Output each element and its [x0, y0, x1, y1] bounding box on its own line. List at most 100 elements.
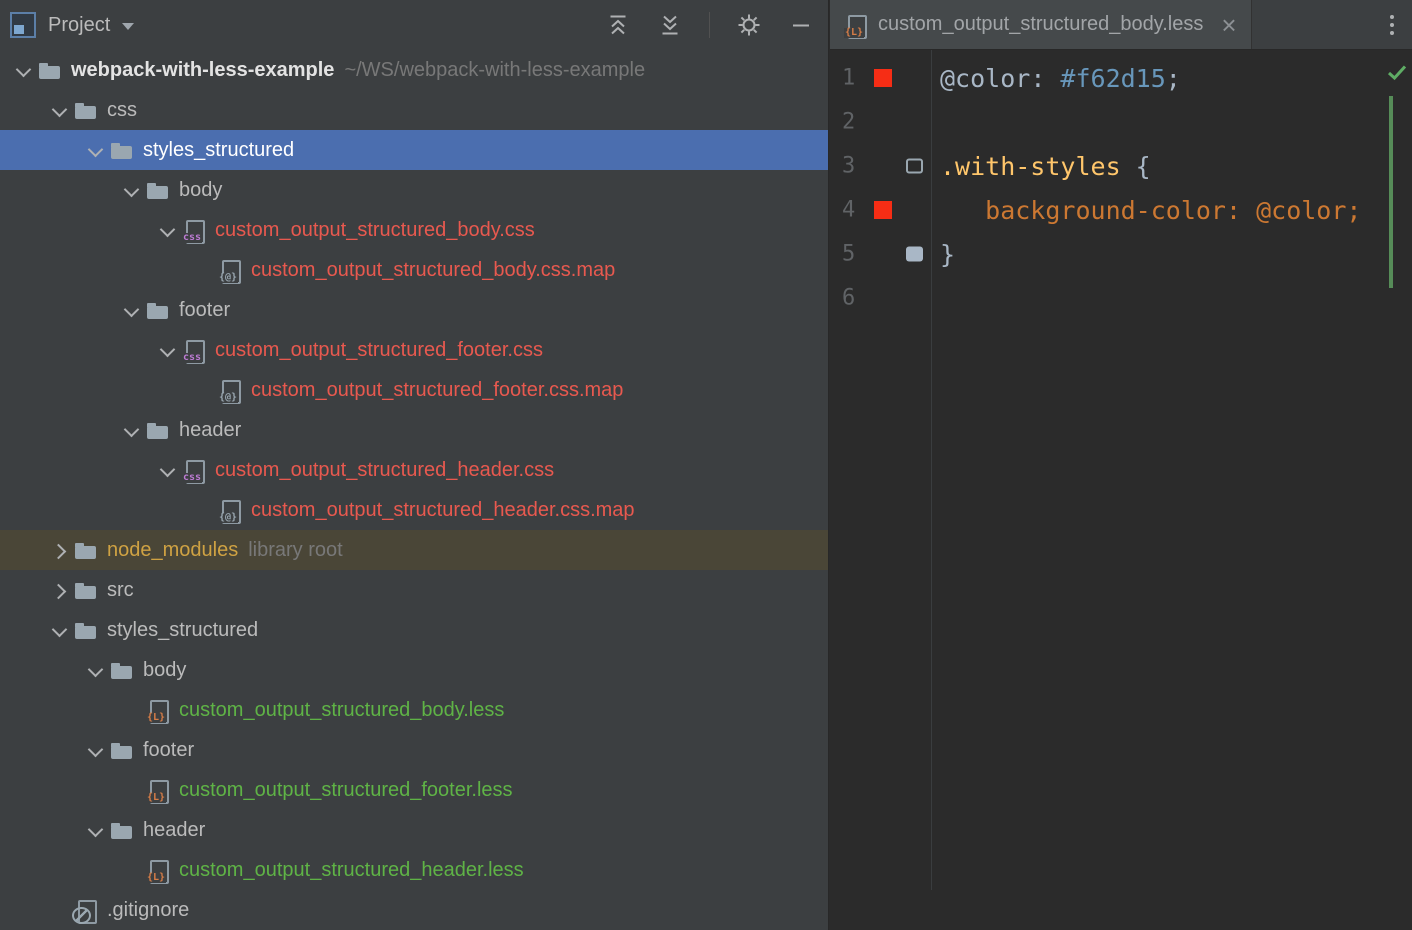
- folder-icon: [110, 818, 134, 842]
- chevron-down-icon[interactable]: [46, 90, 74, 130]
- chevron-down-icon[interactable]: [118, 290, 146, 330]
- chevron-down-icon[interactable]: [46, 610, 74, 650]
- tree-item-styles_structured_src[interactable]: styles_structured: [0, 610, 828, 650]
- item-label: custom_output_structured_body.css: [215, 219, 535, 242]
- chevron-down-icon[interactable]: [154, 330, 182, 370]
- chevron-down-icon[interactable]: [154, 450, 182, 490]
- line-number[interactable]: 4: [842, 198, 855, 223]
- tree-item-header_src[interactable]: header: [0, 810, 828, 850]
- item-label: styles_structured: [143, 139, 294, 162]
- folder-icon: [74, 98, 98, 122]
- folder-icon: [74, 538, 98, 562]
- tree-item-custom_output_structured_header_less[interactable]: custom_output_structured_header.less: [0, 850, 828, 890]
- project-tool-window-icon[interactable]: [10, 12, 36, 38]
- project-toolbar: Project: [0, 0, 828, 50]
- chevron-down-icon[interactable]: [82, 130, 110, 170]
- tree-item-custom_output_structured_footer_less[interactable]: custom_output_structured_footer.less: [0, 770, 828, 810]
- item-label: body: [179, 179, 222, 202]
- code-text[interactable]: background-color: @color;: [931, 196, 1361, 225]
- tree-item-custom_output_structured_header_css[interactable]: custom_output_structured_header.css: [0, 450, 828, 490]
- tree-item-custom_output_structured_footer_css[interactable]: custom_output_structured_footer.css: [0, 330, 828, 370]
- gutter-separator: [931, 50, 932, 890]
- code-line: 2: [830, 100, 1412, 144]
- item-label: body: [143, 659, 186, 682]
- tree-item-header[interactable]: header: [0, 410, 828, 450]
- hide-panel-icon[interactable]: [788, 12, 814, 38]
- gutter: 6: [830, 276, 931, 320]
- line-number[interactable]: 5: [842, 242, 855, 267]
- close-icon[interactable]: ×: [1221, 14, 1236, 36]
- chevron-right-icon[interactable]: [46, 530, 74, 570]
- more-options-kebab-icon[interactable]: [1386, 11, 1398, 39]
- code-text[interactable]: }: [931, 240, 955, 269]
- item-label: footer: [179, 299, 230, 322]
- tree-item-gitignore[interactable]: .gitignore: [0, 890, 828, 930]
- color-swatch-icon[interactable]: [874, 201, 892, 219]
- gutter: 1: [830, 56, 931, 100]
- tree-item-styles_structured[interactable]: styles_structured: [0, 130, 828, 170]
- chevron-down-icon: [190, 250, 218, 290]
- item-suffix: ~/WS/webpack-with-less-example: [344, 59, 645, 82]
- chevron-down-icon[interactable]: [118, 170, 146, 210]
- tree-item-body[interactable]: body: [0, 170, 828, 210]
- code-text[interactable]: @color: #f62d15;: [931, 64, 1181, 93]
- folder-icon: [146, 298, 170, 322]
- project-tree: webpack-with-less-example ~/WS/webpack-w…: [0, 50, 828, 930]
- tree-item-custom_output_structured_body_css_map[interactable]: custom_output_structured_body.css.map: [0, 250, 828, 290]
- code-token: :: [1226, 196, 1256, 225]
- editor-tab[interactable]: custom_output_structured_body.less ×: [830, 0, 1252, 49]
- tree-item-src[interactable]: src: [0, 570, 828, 610]
- chevron-down-icon[interactable]: [118, 410, 146, 450]
- item-label: header: [179, 419, 241, 442]
- item-label: styles_structured: [107, 619, 258, 642]
- tree-item-custom_output_structured_body_css[interactable]: custom_output_structured_body.css: [0, 210, 828, 250]
- tree-item-css[interactable]: css: [0, 90, 828, 130]
- inspections-ok-icon[interactable]: [1387, 64, 1407, 81]
- code-token: .with-styles: [940, 152, 1121, 181]
- block-marker-icon[interactable]: [906, 247, 923, 262]
- chevron-down-icon[interactable]: [154, 210, 182, 250]
- class-marker-icon[interactable]: [906, 159, 923, 174]
- css-file-icon: [182, 458, 206, 482]
- tree-item-footer[interactable]: footer: [0, 290, 828, 330]
- color-swatch-icon[interactable]: [874, 69, 892, 87]
- expand-all-icon[interactable]: [657, 12, 683, 38]
- folder-icon: [110, 658, 134, 682]
- tree-item-custom_output_structured_footer_css_map[interactable]: custom_output_structured_footer.css.map: [0, 370, 828, 410]
- item-label: custom_output_structured_header.less: [179, 859, 524, 882]
- code-line: 6: [830, 276, 1412, 320]
- collapse-all-icon[interactable]: [605, 12, 631, 38]
- folder-icon: [110, 138, 134, 162]
- folder-icon: [110, 738, 134, 762]
- chevron-down-icon: [118, 770, 146, 810]
- line-number[interactable]: 2: [842, 110, 855, 135]
- toolbar-separator: [709, 12, 710, 38]
- tree-item-node_modules[interactable]: node_modules library root: [0, 530, 828, 570]
- chevron-down-icon[interactable]: [10, 50, 38, 90]
- code-text[interactable]: .with-styles {: [931, 152, 1151, 181]
- settings-gear-icon[interactable]: [736, 12, 762, 38]
- chevron-right-icon[interactable]: [46, 570, 74, 610]
- map-file-icon: [218, 378, 242, 402]
- tree-item-webpack-with-less-example[interactable]: webpack-with-less-example ~/WS/webpack-w…: [0, 50, 828, 90]
- chevron-down-icon[interactable]: [82, 650, 110, 690]
- project-view-title[interactable]: Project: [48, 14, 110, 37]
- tree-item-custom_output_structured_body_less[interactable]: custom_output_structured_body.less: [0, 690, 828, 730]
- tree-item-custom_output_structured_header_css_map[interactable]: custom_output_structured_header.css.map: [0, 490, 828, 530]
- code-lines[interactable]: 1 @color: #f62d15; 2 3 .with-styles { 4 …: [830, 56, 1412, 320]
- line-number[interactable]: 1: [842, 66, 855, 91]
- chevron-down-icon[interactable]: [82, 810, 110, 850]
- item-label: footer: [143, 739, 194, 762]
- line-number[interactable]: 6: [842, 286, 855, 311]
- tree-item-footer_src[interactable]: footer: [0, 730, 828, 770]
- line-number[interactable]: 3: [842, 154, 855, 179]
- chevron-down-icon: [118, 850, 146, 890]
- code-line: 3 .with-styles {: [830, 144, 1412, 188]
- tree-item-body_src[interactable]: body: [0, 650, 828, 690]
- item-label: custom_output_structured_header.css: [215, 459, 554, 482]
- code-line: 1 @color: #f62d15;: [830, 56, 1412, 100]
- chevron-down-icon[interactable]: [82, 730, 110, 770]
- code-token: background-color: [985, 196, 1226, 225]
- chevron-down-icon[interactable]: [122, 23, 134, 30]
- gutter: 4: [830, 188, 931, 232]
